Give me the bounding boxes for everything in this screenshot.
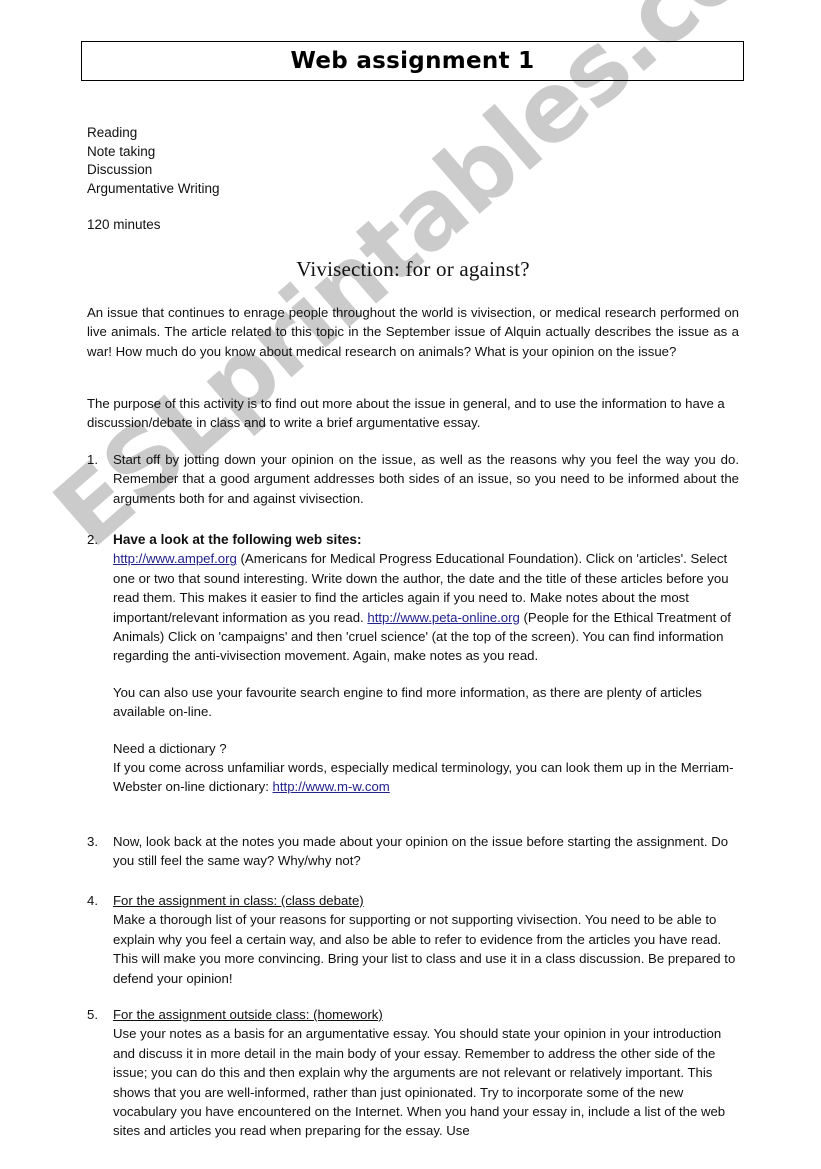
list-item-4: 4. For the assignment in class: (class d…	[87, 891, 739, 988]
list-item-2: 2. Have a look at the following web site…	[87, 530, 739, 797]
list-item-body: For the assignment in class: (class deba…	[113, 891, 739, 988]
list-item-text: Start off by jotting down your opinion o…	[113, 452, 739, 506]
skill-item: Reading	[87, 125, 138, 140]
list-item-3: 3. Now, look back at the notes you made …	[87, 832, 739, 871]
section-heading-wrap: Vivisection: for or against?	[87, 257, 739, 282]
list-item-body: For the assignment outside class: (homew…	[113, 1005, 739, 1141]
link-peta[interactable]: http://www.peta-online.org	[367, 610, 519, 625]
dictionary-heading: Need a dictionary ?	[113, 740, 227, 756]
skill-item: Discussion	[87, 162, 153, 178]
link-ampef[interactable]: http://www.ampef.org	[113, 551, 237, 566]
skill-item: Argumentative Writing	[87, 180, 220, 196]
intro-paragraph-wrap: An issue that continues to enrage people…	[87, 303, 739, 361]
intro-paragraph: An issue that continues to enrage people…	[87, 305, 739, 359]
homework-heading: For the assignment outside class: (homew…	[113, 1007, 383, 1022]
list-item-text: Use your notes as a basis for an argumen…	[113, 1026, 726, 1139]
duration-line: 120 minutes	[87, 216, 739, 235]
list-item-number: 2.	[87, 532, 98, 547]
list-item-number: 4.	[87, 893, 98, 908]
skills-list: Reading Note taking Discussion Argumenta…	[87, 124, 739, 198]
list-item-body: Have a look at the following web sites: …	[113, 530, 739, 666]
worksheet-page: Web assignment 1 Reading Note taking Dis…	[0, 0, 821, 1169]
list-item-5: 5. For the assignment outside class: (ho…	[87, 1005, 739, 1141]
title-box: Web assignment 1	[81, 41, 744, 81]
class-debate-heading: For the assignment in class: (class deba…	[113, 893, 364, 908]
list-item-number: 5.	[87, 1007, 98, 1022]
list-item-text: Now, look back at the notes you made abo…	[113, 834, 729, 869]
search-engine-paragraph: You can also use your favourite search e…	[113, 684, 702, 720]
purpose-paragraph-wrap: The purpose of this activity is to find …	[87, 394, 739, 433]
page-title: Web assignment 1	[290, 48, 535, 74]
list-item-number: 3.	[87, 834, 98, 849]
link-merriam-webster[interactable]: http://www.m-w.com	[273, 779, 390, 794]
section-heading: Vivisection: for or against?	[296, 257, 530, 281]
websites-heading: Have a look at the following web sites:	[113, 532, 362, 547]
duration-text: 120 minutes	[87, 217, 161, 232]
list-item-number: 1.	[87, 452, 98, 467]
dictionary-text: If you come across unfamiliar words, esp…	[113, 760, 734, 795]
list-item-text: Make a thorough list of your reasons for…	[113, 912, 736, 986]
skill-item: Note taking	[87, 143, 156, 159]
list-item-1: 1. Start off by jotting down your opinio…	[87, 450, 739, 508]
dictionary-block: If you come across unfamiliar words, esp…	[113, 758, 739, 797]
purpose-paragraph: The purpose of this activity is to find …	[87, 396, 725, 431]
